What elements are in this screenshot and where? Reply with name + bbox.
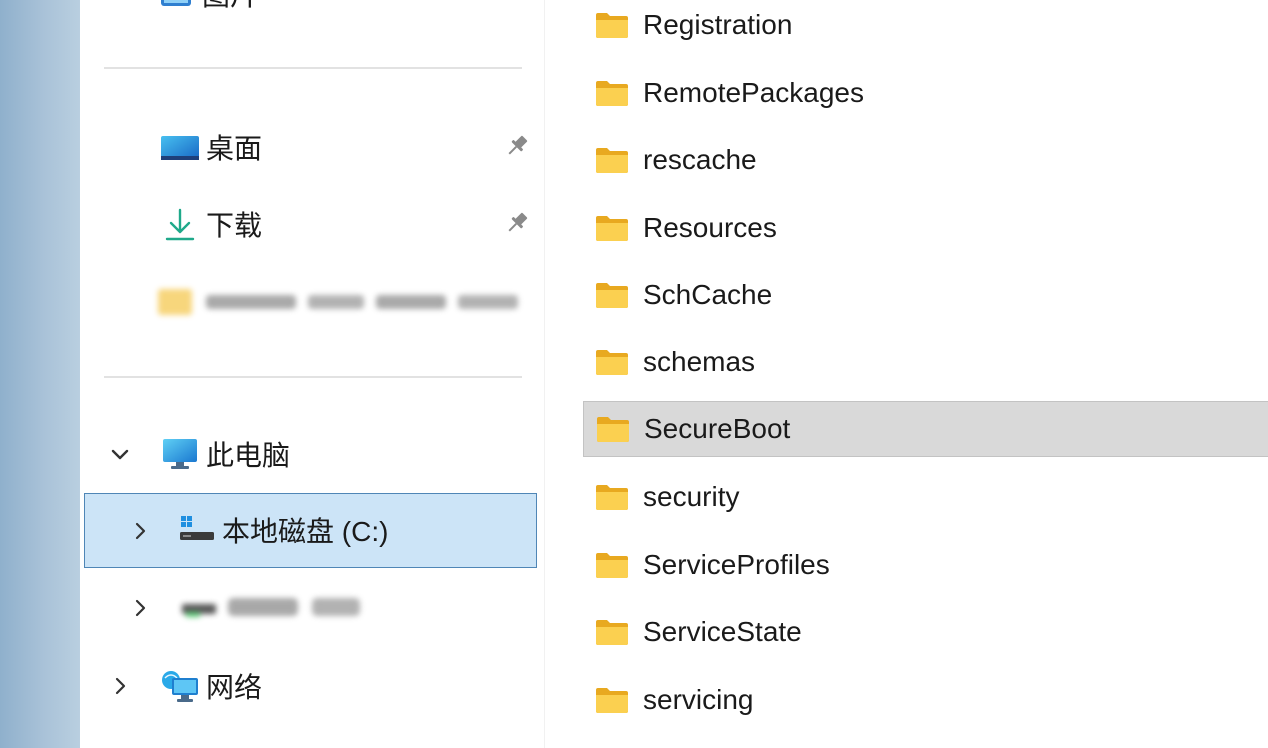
folder-item-schemas[interactable]: schemas xyxy=(583,334,755,390)
nav-divider xyxy=(104,67,522,69)
folder-item-remotepackages[interactable]: RemotePackages xyxy=(583,65,864,121)
folder-item-servicestate[interactable]: ServiceState xyxy=(583,604,802,660)
desktop-icon xyxy=(161,136,199,160)
folder-name: SchCache xyxy=(643,279,773,310)
folder-item-resources[interactable]: Resources xyxy=(583,200,777,256)
folder-icon xyxy=(596,553,628,578)
nav-item-label: 网络 xyxy=(206,672,263,703)
folder-icon xyxy=(596,688,628,713)
folder-icon xyxy=(596,485,628,510)
folder-name: rescache xyxy=(643,144,757,175)
folder-icon xyxy=(596,350,628,375)
chevron-right-icon[interactable] xyxy=(108,674,132,698)
folder-name: schemas xyxy=(643,346,756,377)
computer-monitor-icon xyxy=(163,439,197,469)
folder-item-serviceprofiles[interactable]: ServiceProfiles xyxy=(583,537,830,593)
pictures-icon xyxy=(161,0,191,6)
nav-item-network[interactable]: 网络 xyxy=(160,656,262,716)
nav-item-pictures[interactable]: 图片 xyxy=(160,0,258,24)
folder-icon xyxy=(596,13,628,38)
folder-icon xyxy=(596,148,628,173)
nav-item-label: 下载 xyxy=(206,210,263,241)
nav-item-local-disk-c-content: 本地磁盘 (C:) xyxy=(178,500,388,560)
folder-item-registration[interactable]: Registration xyxy=(583,0,792,53)
chevron-right-icon[interactable] xyxy=(128,519,152,543)
desktop-background-strip xyxy=(0,0,81,748)
download-arrow-icon xyxy=(165,208,195,241)
folder-item-secureboot[interactable]: SecureBoot xyxy=(583,401,1268,457)
folder-name: security xyxy=(643,481,740,512)
folder-name: ServiceProfiles xyxy=(643,549,830,580)
pin-icon[interactable] xyxy=(504,210,530,236)
nav-item-downloads[interactable]: 下载 xyxy=(160,194,262,254)
folder-icon xyxy=(596,283,628,308)
pin-icon[interactable] xyxy=(504,133,530,159)
folder-name: servicing xyxy=(643,684,754,715)
folder-item-schcache[interactable]: SchCache xyxy=(583,267,772,323)
folder-icon xyxy=(597,417,629,442)
nav-item-label: 此电脑 xyxy=(206,440,291,471)
nav-item-label: 本地磁盘 (C:) xyxy=(222,516,389,547)
nav-item-label: 图片 xyxy=(202,0,258,14)
file-list-pane: Registration RemotePackages rescache Res… xyxy=(544,0,1268,748)
nav-item-label: 桌面 xyxy=(206,133,263,164)
folder-name: Resources xyxy=(643,212,777,243)
folder-name: Registration xyxy=(643,9,793,40)
folder-name: ServiceState xyxy=(643,616,802,647)
windows-drive-icon xyxy=(180,516,214,540)
nav-item-this-pc[interactable]: 此电脑 xyxy=(162,424,290,484)
folder-icon xyxy=(596,81,628,106)
folder-icon xyxy=(596,216,628,241)
folder-item-servicing[interactable]: servicing xyxy=(583,672,753,728)
folder-item-rescache[interactable]: rescache xyxy=(583,132,757,188)
network-icon xyxy=(162,671,198,702)
folder-item-security[interactable]: security xyxy=(583,469,739,525)
nav-item-desktop[interactable]: 桌面 xyxy=(160,117,262,177)
navigation-pane: 图片 桌面 下载 xyxy=(80,0,544,748)
redacted-pinned-folder[interactable] xyxy=(158,285,548,319)
folder-name: RemotePackages xyxy=(643,77,865,108)
chevron-down-icon[interactable] xyxy=(108,442,132,466)
folder-name: SecureBoot xyxy=(644,413,791,444)
redacted-drive[interactable] xyxy=(180,590,370,626)
nav-divider xyxy=(104,376,522,378)
folder-icon xyxy=(596,620,628,645)
chevron-right-icon[interactable] xyxy=(128,596,152,620)
